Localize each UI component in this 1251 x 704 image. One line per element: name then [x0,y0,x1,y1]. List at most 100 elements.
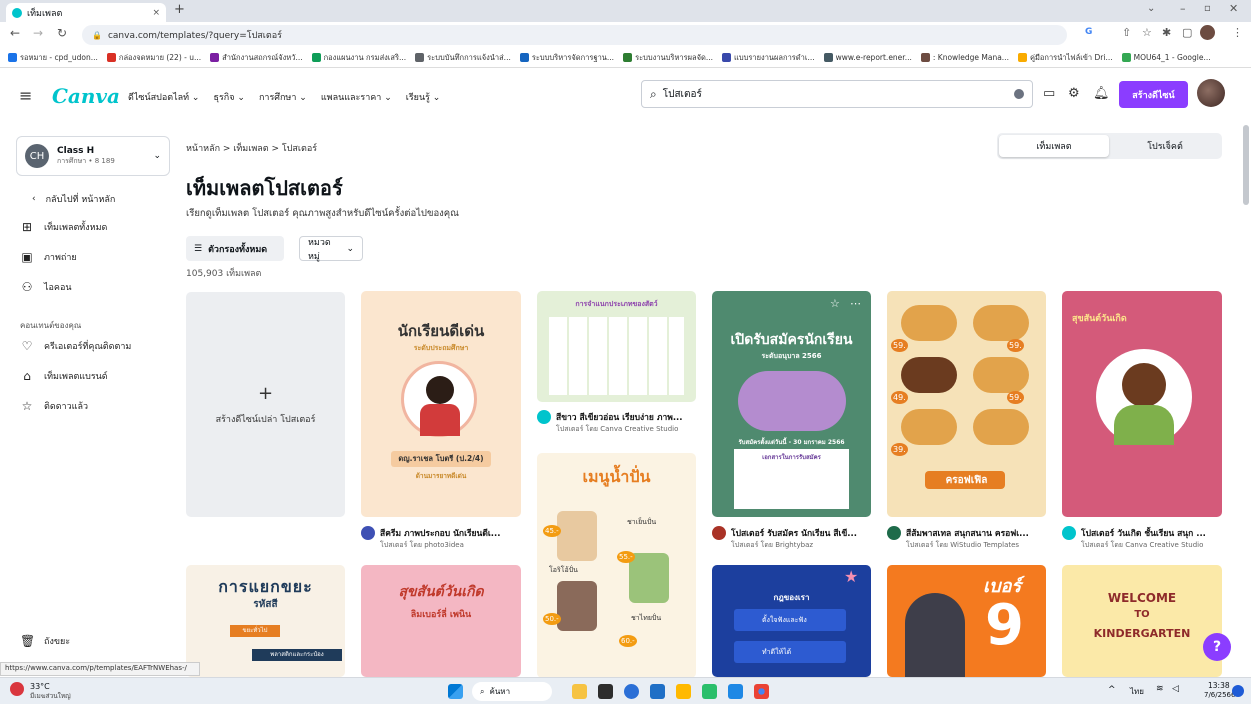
bookmark-item[interactable]: สำนักงานสถกรณ์จังหวั... [210,52,303,64]
nav-item[interactable]: เรียนรู้ ⌄ [406,90,441,104]
card-title[interactable]: โปสเตอร์ วันเกิด ชั้นเรียน สนุก ... [1081,526,1206,540]
sidebar-item-label: เท็มเพลตทั้งหมด [44,223,108,233]
template-card[interactable]: สุขสันต์วันเกิด [1062,291,1222,517]
chat-icon[interactable] [624,684,639,699]
template-card[interactable]: การแยกขยะ รหัสสี ขยะทั่วไป พลาสติกและกระ… [186,565,345,677]
close-tab-icon[interactable]: × [152,8,160,18]
template-card[interactable]: นักเรียนดีเด่น ระดับประถมศึกษา ดญ.ราเชล … [361,291,521,517]
hamburger-menu-icon[interactable]: ≡ [19,86,32,105]
help-button[interactable]: ? [1203,633,1231,661]
clear-search-icon[interactable] [1014,89,1024,99]
sidebar-item[interactable]: ⌂ เท็มเพลตแบรนด์ [20,369,107,383]
taskbar-search[interactable]: ⌕ ค้นหา [472,682,552,701]
page-scrollbar[interactable] [1243,125,1249,205]
restore-icon[interactable]: ▫ [1204,3,1211,14]
sidebar-item[interactable]: ⊞ เท็มเพลตทั้งหมด [20,220,107,234]
bookmark-item[interactable]: คู่มือการนำไฟล์เข้า Dri... [1017,52,1113,64]
category-dropdown[interactable]: หมวดหมู่ ⌄ [299,236,363,262]
card-title[interactable]: โปสเตอร์ รับสมัคร นักเรียน สีเขี... [731,526,857,540]
template-card[interactable]: การจำแนกประเภทของสัตว์ [537,291,696,402]
bookmark-item[interactable]: กองแผนงาน กรมส่งเสริ... [311,52,406,64]
start-button-icon[interactable] [448,684,463,699]
wifi-icon[interactable]: ≋ [1156,684,1164,694]
template-card[interactable]: เบอร์ 9 [887,565,1046,677]
google-icon[interactable]: G [1085,27,1092,37]
candidate-photo [905,593,965,677]
card-title[interactable]: สีส้มพาสเทล สนุกสนาน ครอฟเ... [906,526,1029,540]
card-title[interactable]: สีครีม ภาพประกอบ นักเรียนดีเ... [380,526,500,540]
reload-icon[interactable]: ↻ [57,26,67,40]
create-design-button[interactable]: สร้างดีไซน์ [1119,81,1188,108]
bookmark-item[interactable]: กล่องจดหมาย (22) - u... [106,52,201,64]
notification-bell-icon[interactable]: 🔔︎ [1093,86,1110,101]
bookmark-item[interactable]: รอหมาย - cpd_udon... [8,52,98,64]
forward-arrow-icon[interactable]: → [33,26,43,40]
all-filters-button[interactable]: ☰ ตัวกรองทั้งหมด [186,236,284,261]
extensions-icon[interactable]: ✱ [1162,26,1171,39]
browser-tab[interactable]: เท็มเพลต × [6,3,166,22]
bookmark-star-icon[interactable]: ☆ [1142,26,1152,39]
url-field[interactable]: 🔒 canva.com/templates/?query=โปสเตอร์ [82,25,1067,45]
template-card[interactable]: WELCOME TO KINDERGARTEN [1062,565,1222,677]
card-title[interactable]: สีขาว สีเขียวอ่อน เรียบง่าย ภาพ... [556,410,683,424]
chrome-icon[interactable] [754,684,769,699]
sidebar-item-trash[interactable]: 🗑︎ ถังขยะ [20,634,70,648]
bookmark-item[interactable]: ระบบบริหารจัดการฐาน... [519,52,614,64]
template-card[interactable]: สุขสันต์วันเกิด ลิมเบอร์ลี่ เพนิน [361,565,521,677]
tab-projects[interactable]: โปรเจ็คต์ [1110,135,1220,157]
mail-icon[interactable] [650,684,665,699]
create-blank-card[interactable]: + สร้างดีไซน์เปล่า โปสเตอร์ [186,292,345,517]
share-icon[interactable]: ⇧ [1122,26,1131,39]
nav-item[interactable]: ธุรกิจ ⌄ [213,90,244,104]
tray-chevron-icon[interactable]: ^ [1108,685,1116,695]
notification-icon[interactable] [1232,685,1244,697]
taskview-icon[interactable] [598,684,613,699]
bookmark-item[interactable]: ระบบงานบริหารผลจัด... [623,52,713,64]
nav-item[interactable]: แพลนและราคา ⌄ [321,90,392,104]
volume-icon[interactable]: ◁ [1172,684,1179,694]
bookmark-favicon-icon [623,53,633,62]
sidebar-item[interactable]: ♡ ครีเอเตอร์ที่คุณติดตาม [20,339,132,353]
file-explorer-icon[interactable] [572,684,587,699]
back-home-link[interactable]: ‹ กลับไปที่ หน้าหลัก [32,192,115,206]
minimize-icon[interactable]: – [1180,2,1186,15]
search-input[interactable]: ⌕ โปสเตอร์ [641,80,1033,108]
clock-time[interactable]: 13:38 [1208,681,1230,690]
language-indicator[interactable]: ไทย [1130,685,1144,698]
user-avatar[interactable] [1197,79,1225,107]
bookmark-item[interactable]: www.e-report.ener... [823,53,912,62]
folder-icon[interactable] [676,684,691,699]
teams-icon[interactable] [728,684,743,699]
team-switcher[interactable]: CH Class H การศึกษา • 8 189 ⌄ [16,136,170,176]
canva-logo[interactable]: Canva [52,84,120,108]
template-card[interactable]: กฎของเรา ตั้งใจฟังและฟัง ทำดีให้ได้ ★ [712,565,871,677]
tab-search-icon[interactable]: ⌄ [1147,3,1155,14]
more-menu-icon[interactable]: ⋮ [1232,26,1243,39]
line-app-icon[interactable] [702,684,717,699]
back-arrow-icon[interactable]: ← [10,26,20,40]
clock-date[interactable]: 7/6/2566 [1204,691,1235,699]
bookmark-item[interactable]: ระบบบันทึกการแจ้งนำส่... [415,52,511,64]
sidebar-item[interactable]: ▣ ภาพถ่าย [20,250,76,264]
template-card[interactable]: เมนูน้ำปั่น ชาเย็นปั่น โอริโอ้ปั่น ชาไทย… [537,453,696,678]
profile-avatar[interactable] [1200,25,1215,40]
breadcrumb[interactable]: หน้าหลัก > เท็มเพลต > โปสเตอร์ [186,141,317,155]
close-window-icon[interactable]: ✕ [1229,2,1238,15]
new-tab-icon[interactable]: + [174,2,185,17]
bookmark-item[interactable]: MOU64_1 - Google... [1121,53,1211,62]
nav-item[interactable]: ดีไซน์สปอตไลท์ ⌄ [128,90,199,104]
bookmark-item[interactable]: : Knowledge Mana... [920,53,1009,62]
sidebar-item[interactable]: ☆ ติดดาวแล้ว [20,399,88,413]
tab-templates[interactable]: เท็มเพลต [999,135,1109,157]
bookmark-item[interactable]: แบบรายงานผลการดำเ... [722,52,815,64]
star-decoration-icon: ★ [844,567,859,586]
sidepanel-icon[interactable]: ▢ [1182,26,1192,39]
star-favorite-icon[interactable]: ☆ [830,297,840,310]
nav-item[interactable]: การศึกษา ⌄ [259,90,307,104]
template-card[interactable]: เปิดรับสมัครนักเรียน ระดับอนุบาล 2566 รั… [712,291,871,517]
template-card[interactable]: 59. 59. 49. 59. 39. ครอฟเฟิล [887,291,1046,517]
settings-gear-icon[interactable]: ⚙ [1068,86,1080,101]
sidebar-item[interactable]: ⚇ ไอคอน [20,280,72,294]
more-options-icon[interactable]: ⋯ [850,297,861,310]
desktop-icon[interactable]: ▭ [1043,86,1055,101]
